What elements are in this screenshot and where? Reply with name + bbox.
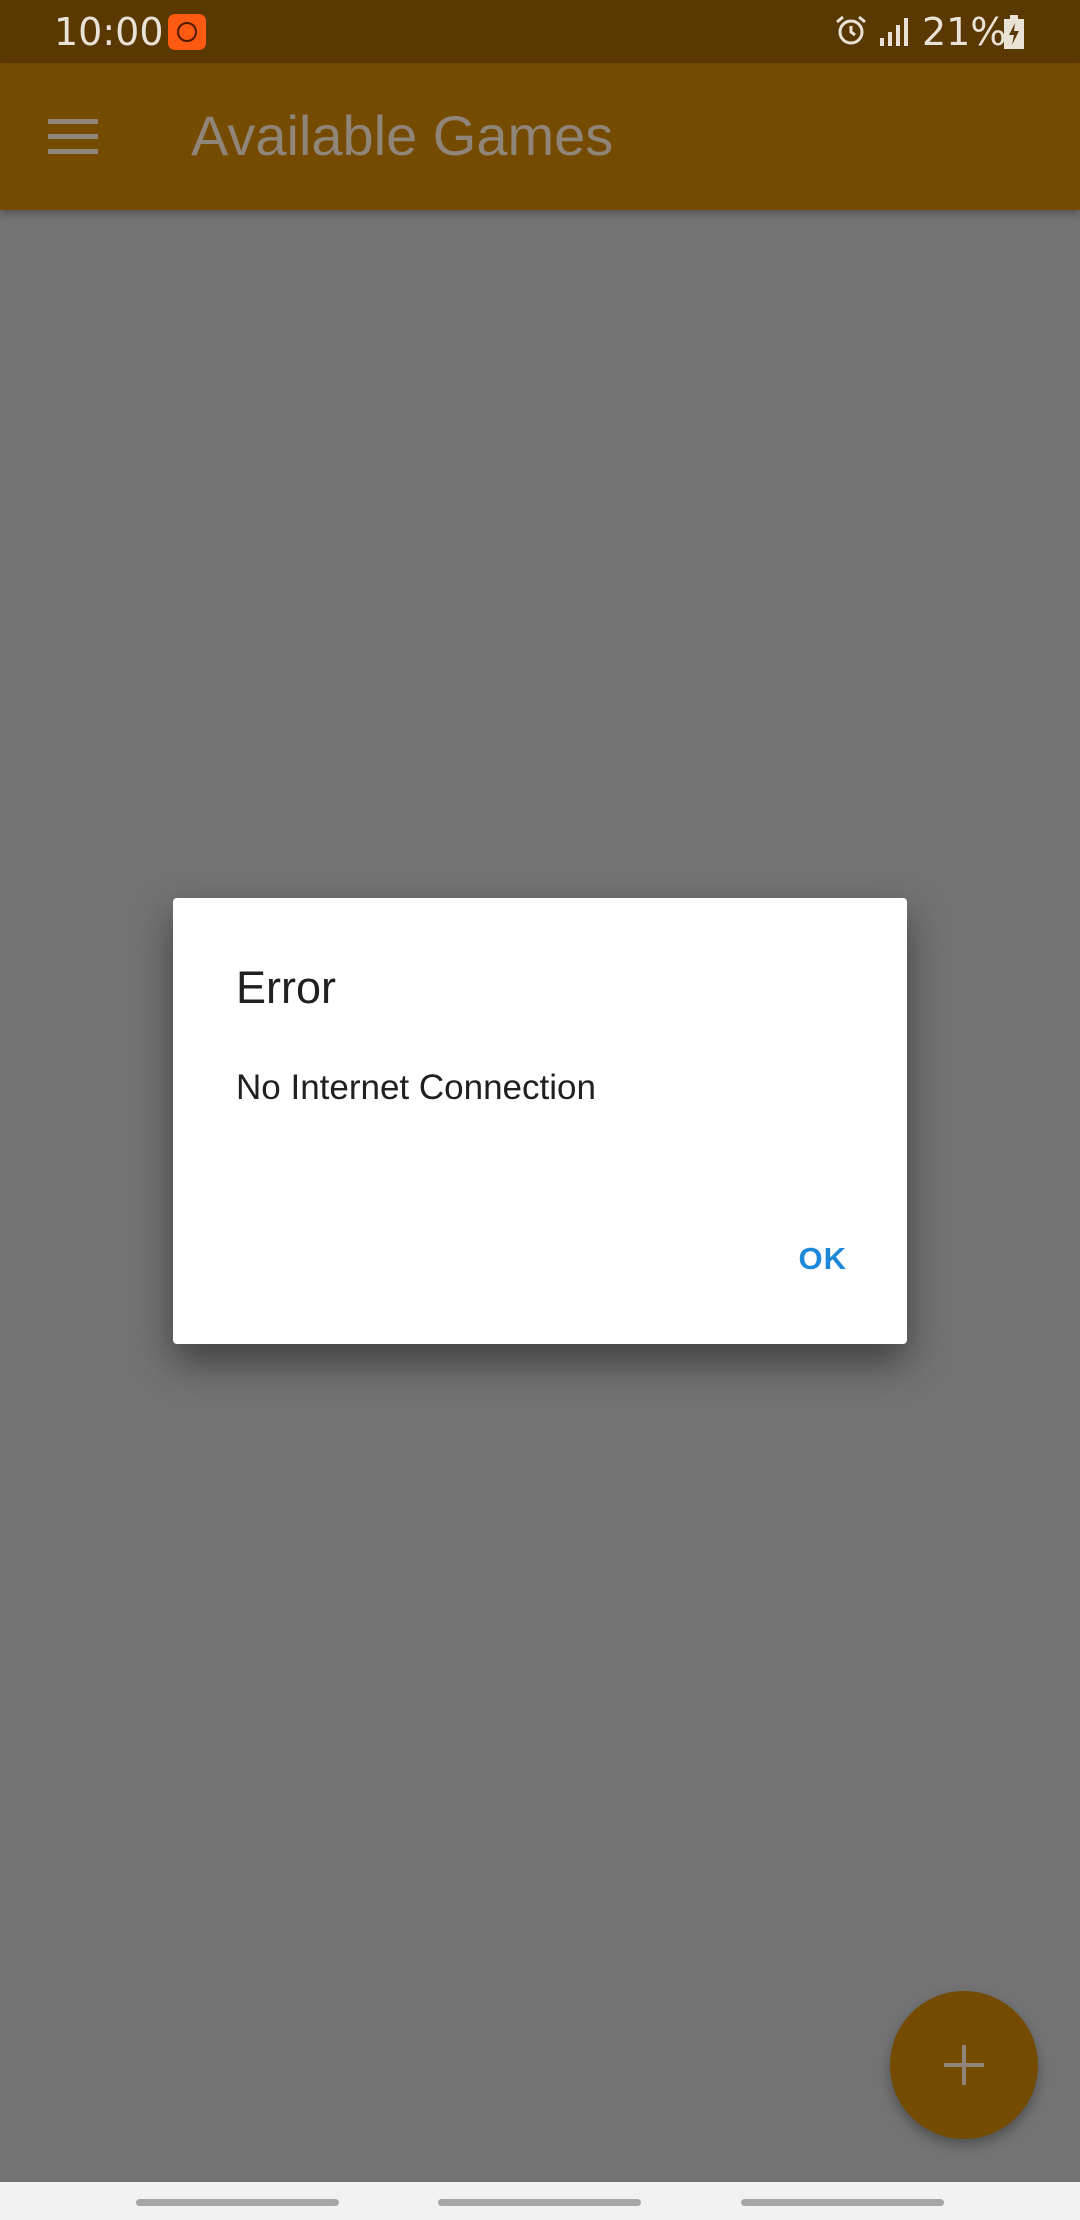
- nav-button-right[interactable]: [741, 2199, 944, 2206]
- alarm-icon: [836, 15, 866, 45]
- dialog-title: Error: [236, 962, 336, 1013]
- dialog-message: No Internet Connection: [236, 1068, 596, 1107]
- page-title: Available Games: [191, 104, 614, 167]
- nav-button-home[interactable]: [438, 2199, 641, 2206]
- menu-icon[interactable]: [48, 116, 98, 156]
- status-bar: 10:00 21%: [0, 0, 1080, 63]
- plus-icon: [944, 2045, 984, 2085]
- error-dialog: Error No Internet Connection OK: [173, 898, 907, 1344]
- signal-icon: [880, 18, 908, 46]
- add-game-button[interactable]: [890, 1991, 1038, 2139]
- notification-app-icon: [168, 14, 206, 50]
- nav-button-left[interactable]: [136, 2199, 339, 2206]
- navigation-bar: [0, 2182, 1080, 2220]
- app-bar: Available Games: [0, 63, 1080, 210]
- ok-button[interactable]: OK: [799, 1239, 848, 1279]
- battery-percentage: 21%: [922, 10, 1007, 54]
- status-time: 10:00: [54, 10, 164, 54]
- battery-charging-icon: [1004, 15, 1024, 49]
